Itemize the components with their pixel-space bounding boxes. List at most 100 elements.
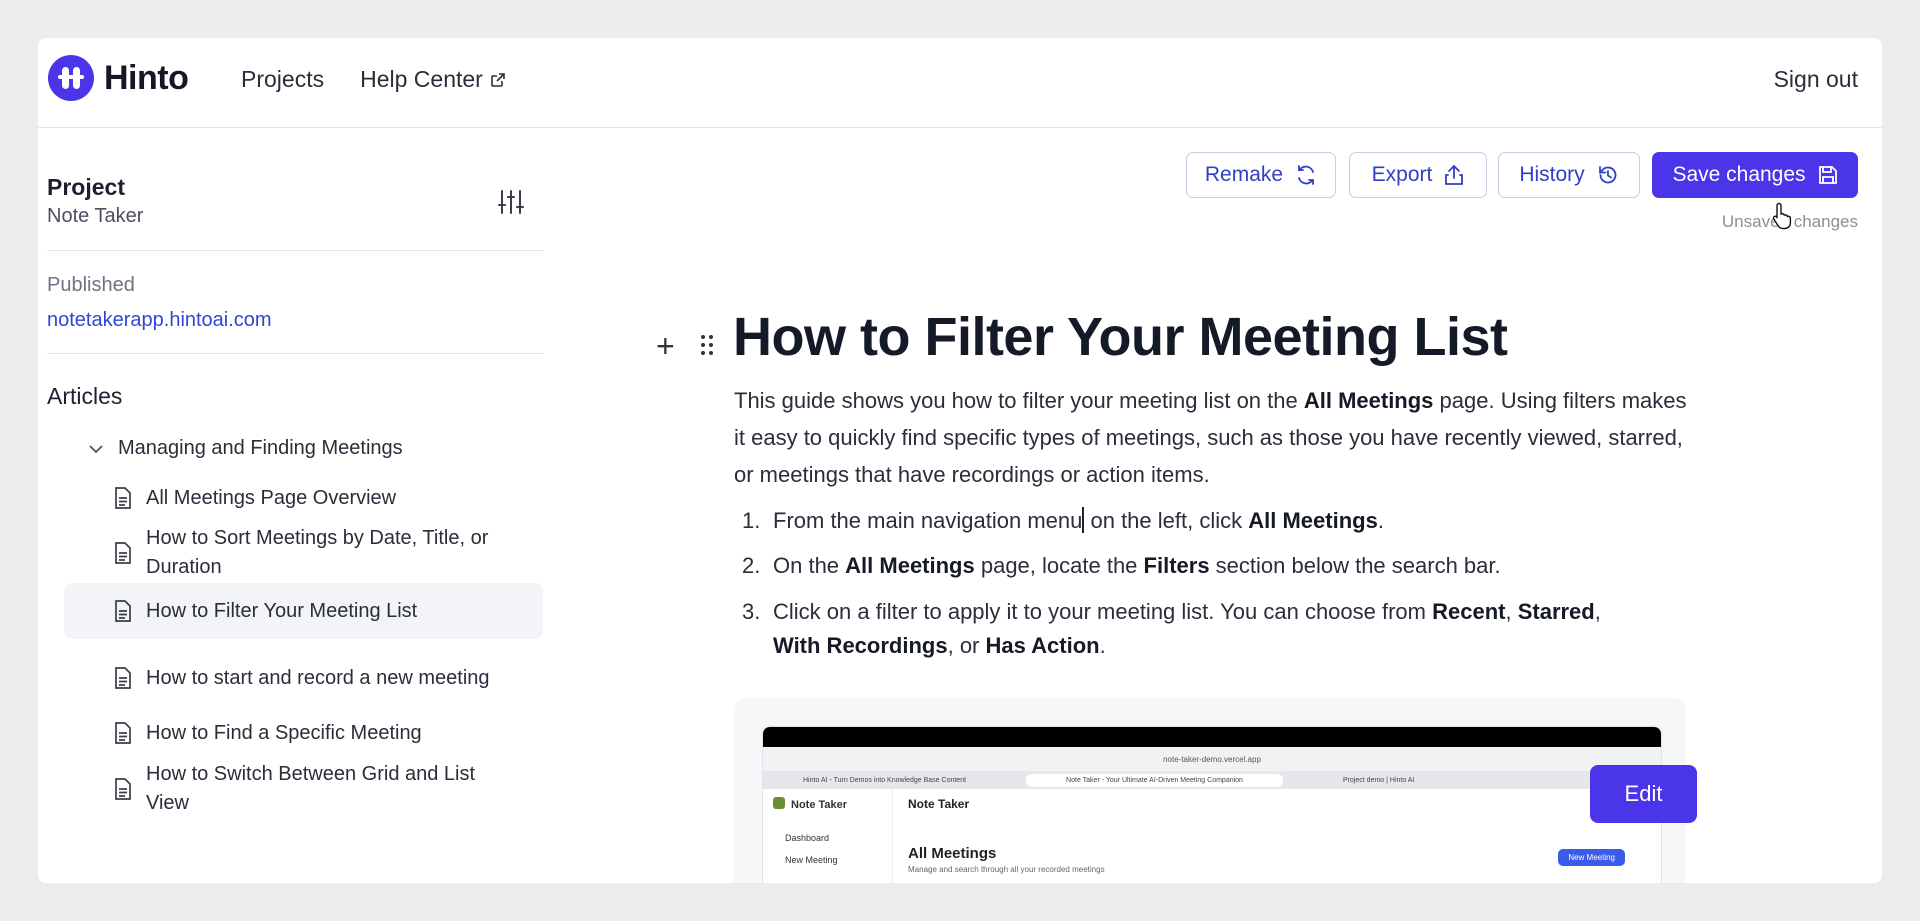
embedded-screenshot: note-taker-demo.vercel.app Hinto AI - Tu… [762,726,1662,883]
step-number: 3. [742,599,761,624]
step-item[interactable]: 2. On the All Meetings page, locate the … [742,549,1642,583]
article-intro[interactable]: This guide shows you how to filter your … [734,382,1694,493]
document-icon [115,778,131,800]
export-button[interactable]: Export [1349,152,1487,198]
document-icon [115,487,131,509]
project-label: Project [47,174,125,200]
step-text: . [1099,633,1106,658]
articles-heading: Articles [47,383,123,409]
save-disk-icon [1818,166,1837,184]
step-text: From the main navigation menu [773,508,1083,533]
main-nav: Projects Help Center [241,66,506,93]
external-link-icon [491,72,505,87]
divider [47,353,543,354]
step-bold: Starred [1517,599,1595,624]
embedded-page-title: All Meetings [908,845,997,862]
step-text: , [1594,599,1601,624]
sidebar-article-label: How to Find a Specific Meeting [146,721,422,744]
history-clock-icon [1598,166,1617,184]
export-button-label: Export [1371,163,1433,186]
document-icon [115,600,131,622]
save-changes-label: Save changes [1672,163,1806,186]
document-icon [115,667,131,689]
browser-tabs: Hinto AI - Turn Demos into Knowledge Bas… [763,771,1661,789]
sidebar-article-filter-meeting-list[interactable]: How to Filter Your Meeting List [64,583,543,639]
step-text: . [1377,508,1384,533]
published-label: Published [47,274,135,296]
sign-out-link[interactable]: Sign out [1774,66,1858,93]
embedded-header-title: Note Taker [908,797,970,811]
add-block-icon[interactable]: + [656,328,675,365]
embedded-sidebar: Note Taker Dashboard New Meeting [763,789,893,883]
step-text: section below the search bar. [1209,553,1501,578]
step-bold: Has Action [985,633,1100,658]
brand-logo[interactable]: Hinto [48,55,189,101]
nav-help-center[interactable]: Help Center [360,66,506,93]
step-item[interactable]: 3. Click on a filter to apply it to your… [742,595,1622,663]
step-text: page, locate the [974,553,1144,578]
hinto-logo-icon [48,55,94,101]
article-title[interactable]: How to Filter Your Meeting List [733,306,1508,368]
step-bold: All Meetings [1248,508,1378,533]
browser-tab: Hinto AI - Turn Demos into Knowledge Bas… [803,776,967,784]
refresh-icon [1298,165,1314,185]
sidebar-article-all-meetings-overview[interactable]: All Meetings Page Overview [64,477,543,519]
embedded-nav-new-meeting: New Meeting [785,855,838,865]
nav-help-center-label: Help Center [360,66,483,92]
sidebar-article-sort-meetings[interactable]: How to Sort Meetings by Date, Title, or … [64,521,543,585]
nav-projects-label: Projects [241,66,325,92]
published-url-link[interactable]: notetakerapp.hintoai.com [47,309,272,332]
step-number: 1. [742,508,761,533]
step-text: Click on a filter to apply it to your me… [773,599,1433,624]
step-bold: All Meetings [845,553,975,578]
step-number: 2. [742,553,761,578]
embedded-page-subtitle: Manage and search through all your recor… [908,865,1105,874]
step-bold: Recent [1432,599,1506,624]
nav-projects[interactable]: Projects [241,66,324,93]
sidebar: Project Note Taker Published notetakerap… [38,129,543,883]
app-window: Hinto Projects Help Center Sign out Proj… [38,38,1882,883]
document-icon [115,542,131,564]
drag-handle-icon[interactable] [700,334,714,356]
hand-pointer-icon [1772,202,1792,230]
remake-button-label: Remake [1204,163,1284,186]
sidebar-article-label: All Meetings Page Overview [146,486,397,509]
save-changes-button[interactable]: Save changes [1652,152,1858,198]
brand-name: Hinto [104,58,189,97]
browser-tab: Project demo | Hinto AI [1342,776,1415,784]
step-text: , or [947,633,986,658]
sidebar-article-switch-grid-list[interactable]: How to Switch Between Grid and List View [64,757,543,821]
chevron-down-icon [89,444,103,453]
sidebar-article-find-meeting[interactable]: How to Find a Specific Meeting [64,711,543,755]
browser-url: note-taker-demo.vercel.app [763,747,1661,771]
step-text: , [1505,599,1518,624]
embedded-app-name: Note Taker [791,799,848,811]
sidebar-article-start-record-meeting[interactable]: How to start and record a new meeting [64,646,543,710]
step-text: On the [773,553,846,578]
intro-text: This guide shows you how to filter your … [734,388,1304,413]
article-group-toggle[interactable]: Managing and Finding Meetings [88,437,403,460]
history-button-label: History [1519,163,1585,186]
document-icon [115,722,131,744]
embedded-nav-dashboard: Dashboard [785,833,830,843]
step-bold: Filters [1143,553,1210,578]
project-name: Note Taker [47,205,144,227]
edit-image-button[interactable]: Edit [1590,765,1697,823]
sidebar-article-label: How to Sort Meetings by Date, Title, or … [146,527,489,578]
divider [47,250,543,251]
top-bar: Hinto Projects Help Center Sign out [38,38,1882,128]
article-group-label: Managing and Finding Meetings [118,437,403,459]
sliders-icon[interactable] [496,187,526,217]
browser-tab: Note Taker - Your Ultimate AI-Driven Mee… [1026,773,1283,787]
remake-button[interactable]: Remake [1186,152,1336,198]
sidebar-article-label: How to Filter Your Meeting List [146,599,418,622]
sidebar-article-label: How to Switch Between Grid and List View [146,763,476,814]
step-item[interactable]: 1. From the main navigation menu on the … [742,504,1642,538]
embedded-new-meeting-button: New Meeting [1558,849,1625,866]
step-text: on the left, click [1084,508,1249,533]
history-button[interactable]: History [1498,152,1640,198]
step-bold: With Recordings [773,633,948,658]
intro-bold: All Meetings [1303,388,1434,413]
share-upload-icon [1445,164,1464,185]
notebook-icon [773,797,785,809]
